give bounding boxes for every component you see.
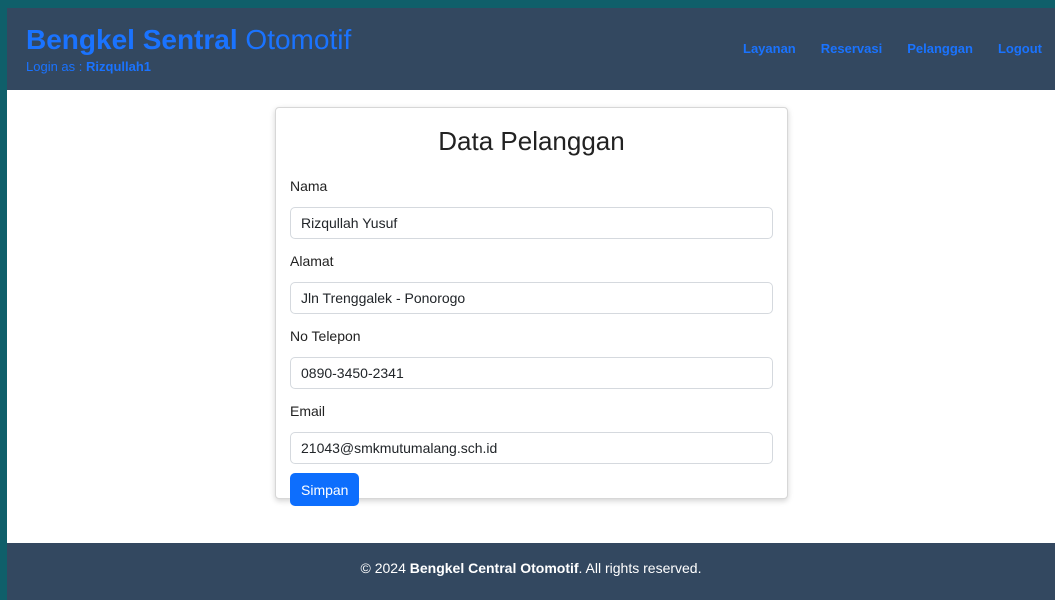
telepon-label: No Telepon [290,328,361,344]
brand-name-bold: Bengkel Sentral [26,24,238,55]
telepon-input[interactable] [290,357,773,389]
login-username: Rizqullah1 [86,59,152,74]
nama-input[interactable] [290,207,773,239]
nav-link-reservasi[interactable]: Reservasi [821,41,882,56]
alamat-input[interactable] [290,282,773,314]
nav-menu: Layanan Reservasi Pelanggan Logout [743,41,1042,56]
save-button[interactable]: Simpan [290,473,360,506]
footer: © 2024 Bengkel Central Otomotif. All rig… [7,543,1055,600]
login-status: Login as : Rizqullah1 [26,59,151,74]
nav-link-pelanggan[interactable]: Pelanggan [907,41,973,56]
browser-viewport: Bengkel Sentral Otomotif Login as : Rizq… [7,8,1055,600]
login-prefix: Login as : [26,59,83,74]
nama-label: Nama [290,178,328,194]
form-title: Data Pelanggan [438,126,625,156]
alamat-label: Alamat [290,253,334,269]
email-input[interactable] [290,432,773,464]
email-label: Email [290,403,326,419]
navbar: Bengkel Sentral Otomotif Login as : Rizq… [7,8,1055,90]
customer-form-card: Data Pelanggan Nama Alamat No Telepon Em… [275,107,788,506]
footer-copyright: © 2024 [360,560,406,576]
footer-rights: . All rights reserved. [578,560,702,576]
footer-brand: Bengkel Central Otomotif [409,560,579,576]
nav-link-layanan[interactable]: Layanan [743,41,796,56]
nav-link-logout[interactable]: Logout [998,41,1042,56]
brand-title[interactable]: Bengkel Sentral Otomotif [26,24,351,56]
brand-name-light: Otomotif [245,24,352,55]
